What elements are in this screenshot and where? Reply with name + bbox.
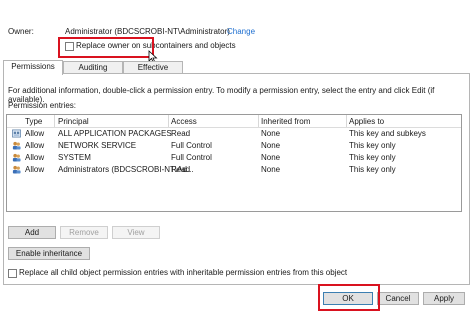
view-button[interactable]: View xyxy=(112,226,160,239)
table-row[interactable]: Allow SYSTEM Full Control None This key … xyxy=(7,152,461,164)
row-applies: This key only xyxy=(349,153,396,162)
enable-inheritance-button[interactable]: Enable inheritance xyxy=(8,247,90,260)
col-access[interactable]: Access xyxy=(171,117,197,126)
col-applies-to[interactable]: Applies to xyxy=(349,117,384,126)
table-row[interactable]: Allow ALL APPLICATION PACKAGES Read None… xyxy=(7,128,461,140)
row-principal: ALL APPLICATION PACKAGES xyxy=(58,129,172,138)
table-header: Type Principal Access Inherited from App… xyxy=(7,115,461,128)
highlight-ok xyxy=(318,284,380,311)
remove-button[interactable]: Remove xyxy=(60,226,108,239)
highlight-replace-owner xyxy=(58,37,154,58)
entries-label: Permission entries: xyxy=(8,101,77,110)
user-group-icon xyxy=(12,153,21,162)
row-principal: SYSTEM xyxy=(58,153,91,162)
row-inherited: None xyxy=(261,153,281,162)
group-icon xyxy=(12,129,21,138)
row-type: Allow xyxy=(25,153,45,162)
row-inherited: None xyxy=(261,141,281,150)
row-applies: This key only xyxy=(349,141,396,150)
table-row[interactable]: Allow Administrators (BDCSCROBI-NT\Ad...… xyxy=(7,164,461,176)
user-group-icon xyxy=(12,141,21,150)
row-access: Full Control xyxy=(171,141,212,150)
row-applies: This key and subkeys xyxy=(349,129,426,138)
replace-child-checkbox[interactable] xyxy=(8,269,17,278)
col-type[interactable]: Type xyxy=(25,117,42,126)
row-type: Allow xyxy=(25,141,45,150)
col-inherited-from[interactable]: Inherited from xyxy=(261,117,310,126)
table-row[interactable]: Allow NETWORK SERVICE Full Control None … xyxy=(7,140,461,152)
row-type: Allow xyxy=(25,165,45,174)
row-inherited: None xyxy=(261,165,281,174)
row-principal: NETWORK SERVICE xyxy=(58,141,137,150)
add-button[interactable]: Add xyxy=(8,226,56,239)
change-owner-link[interactable]: Change xyxy=(227,27,255,36)
row-type: Allow xyxy=(25,129,45,138)
cancel-button[interactable]: Cancel xyxy=(377,292,419,305)
row-access: Read xyxy=(171,165,191,174)
replace-child-label: Replace all child object permission entr… xyxy=(19,268,348,277)
row-access: Full Control xyxy=(171,153,212,162)
row-access: Read xyxy=(171,129,191,138)
user-group-icon xyxy=(12,165,21,174)
permission-entries-table[interactable]: Type Principal Access Inherited from App… xyxy=(6,114,462,212)
apply-button[interactable]: Apply xyxy=(423,292,465,305)
col-principal[interactable]: Principal xyxy=(58,117,89,126)
row-applies: This key only xyxy=(349,165,396,174)
tab-permissions[interactable]: Permissions xyxy=(3,60,63,75)
owner-value: Administrator (BDCSCROBI-NT\Administrato… xyxy=(65,27,230,36)
owner-label: Owner: xyxy=(8,27,34,36)
instructions-text: For additional information, double-click… xyxy=(8,86,435,104)
row-inherited: None xyxy=(261,129,281,138)
